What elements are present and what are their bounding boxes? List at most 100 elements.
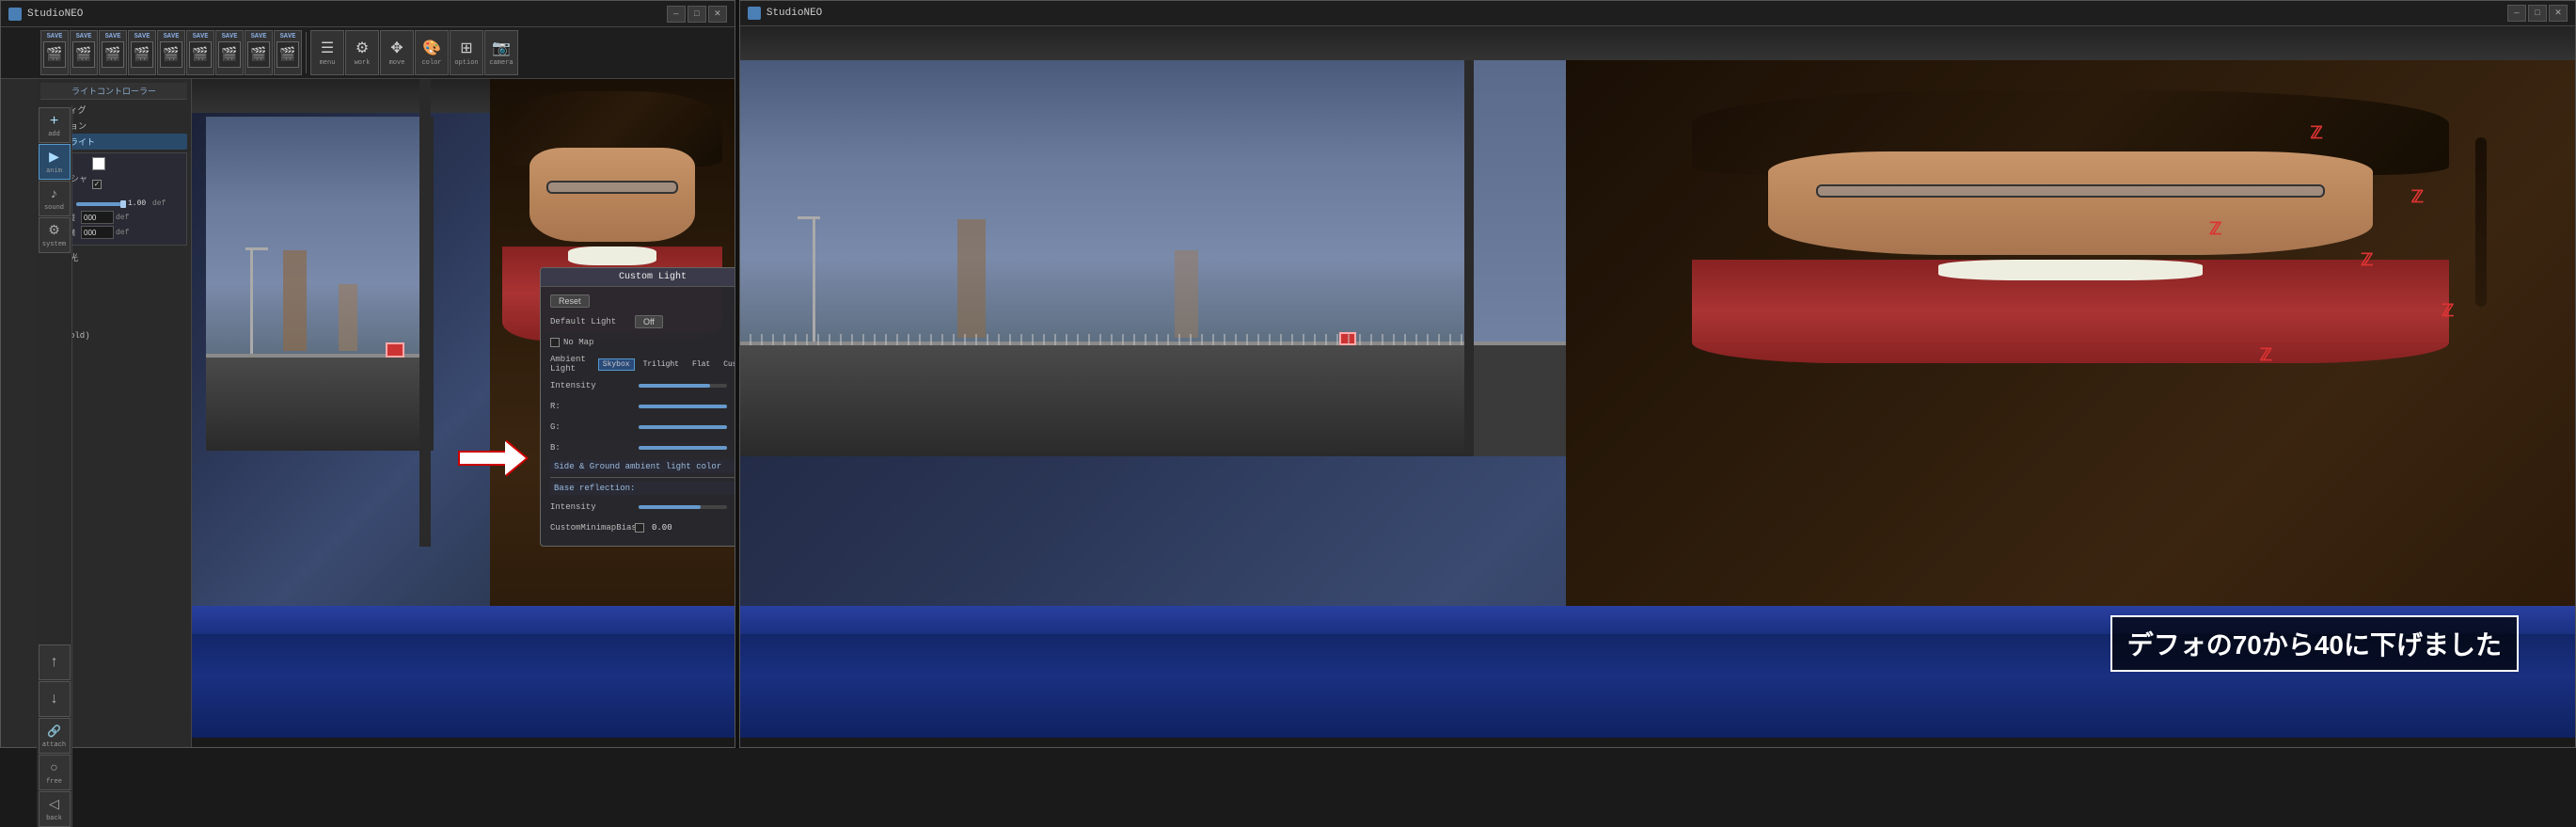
camera-button[interactable]: 📷 camera bbox=[484, 30, 518, 75]
add-button[interactable]: + add bbox=[39, 107, 71, 143]
lighty-input[interactable] bbox=[81, 226, 114, 239]
right-viewport[interactable]: ℤ ℤ ℤ ℤ ℤ ℤ デフォの70から40に下げました bbox=[740, 26, 2575, 747]
skybox-option[interactable]: Skybox bbox=[598, 358, 635, 371]
default-light-value[interactable]: Off bbox=[635, 315, 663, 328]
color-swatch[interactable] bbox=[92, 157, 105, 170]
save-btn-9[interactable]: SAVE 🎬 bbox=[274, 30, 302, 75]
g-fill bbox=[639, 425, 727, 429]
street-scene bbox=[206, 117, 434, 451]
lightx-unit: def bbox=[116, 214, 129, 222]
save-btn-4[interactable]: SAVE 🎬 bbox=[128, 30, 156, 75]
right-arm bbox=[798, 216, 820, 219]
b-row: B: 1.00 bbox=[550, 439, 735, 456]
right-street-scene bbox=[740, 60, 1474, 456]
down-button[interactable]: ↓ bbox=[39, 681, 71, 717]
attach-button[interactable]: 🔗 attach bbox=[39, 718, 71, 754]
default-light-row: Default Light Off bbox=[550, 313, 735, 330]
custom-option[interactable]: Custom bbox=[719, 358, 735, 371]
save-btn-1[interactable]: SAVE 🎬 bbox=[40, 30, 69, 75]
left-window: StudioNEO — □ ✕ SAVE 🎬 SAVE 🎬 SAVE bbox=[0, 0, 735, 748]
intensity-base-slider[interactable] bbox=[639, 505, 727, 509]
lightx-input[interactable] bbox=[81, 211, 114, 224]
top-toolbar: SAVE 🎬 SAVE 🎬 SAVE 🎬 SAVE 🎬 SAVE � bbox=[1, 27, 735, 79]
move-button[interactable]: ✥ move bbox=[380, 30, 414, 75]
free-button[interactable]: ○ free bbox=[39, 755, 71, 790]
g-slider[interactable] bbox=[639, 425, 727, 429]
sleepy-z-2: ℤ bbox=[2411, 187, 2424, 208]
main-content: + add ▶ anim ♪ sound ⚙ system ↑ bbox=[37, 79, 735, 747]
intensity-dslider[interactable] bbox=[639, 384, 727, 388]
intensity-value: 1.00 bbox=[128, 199, 150, 208]
side-toolbar: + add ▶ anim ♪ sound ⚙ system ↑ bbox=[37, 105, 72, 827]
no-map-checkbox[interactable] bbox=[550, 338, 560, 347]
intensity-unit: def bbox=[152, 199, 166, 208]
reset-button[interactable]: Reset bbox=[550, 294, 590, 308]
right-window: StudioNEO — □ ✕ bbox=[739, 0, 2576, 748]
arrow-head bbox=[505, 441, 526, 475]
shadow-checkbox[interactable]: ✓ bbox=[92, 180, 102, 189]
g-label: G: bbox=[550, 422, 635, 432]
sleepy-z-3: ℤ bbox=[2310, 123, 2322, 144]
intensity-base-fill bbox=[639, 505, 701, 509]
dialog-body: Reset Default Light Off No Map Ambient L… bbox=[541, 287, 735, 546]
right-minimize-button[interactable]: — bbox=[2507, 5, 2526, 22]
intensity-dslider-fill bbox=[639, 384, 710, 388]
sleepy-z-4: ℤ bbox=[2442, 301, 2454, 322]
system-button[interactable]: ⚙ system bbox=[39, 217, 71, 253]
maximize-button[interactable]: □ bbox=[687, 6, 706, 23]
sound-button[interactable]: ♪ sound bbox=[39, 181, 71, 216]
r-label: R: bbox=[550, 402, 635, 411]
b-label: B: bbox=[550, 443, 635, 453]
up-button[interactable]: ↑ bbox=[39, 644, 71, 680]
save-btn-6[interactable]: SAVE 🎬 bbox=[186, 30, 214, 75]
panel-title: ライトコントローラー bbox=[40, 83, 187, 100]
ambient-options: Skybox Trilight Flat Custom bbox=[598, 358, 735, 371]
no-map-label: No Map bbox=[563, 338, 648, 347]
right-window-top bbox=[740, 26, 2575, 60]
save-btn-7[interactable]: SAVE 🎬 bbox=[215, 30, 244, 75]
right-window-title: StudioNEO bbox=[766, 8, 822, 19]
r-slider[interactable] bbox=[639, 405, 727, 408]
window-divider bbox=[419, 79, 431, 547]
b-slider[interactable] bbox=[639, 446, 727, 450]
trilight-option[interactable]: Trilight bbox=[639, 358, 684, 371]
option-button[interactable]: ⊞ option bbox=[450, 30, 483, 75]
right-app-icon bbox=[748, 7, 761, 20]
save-btn-5[interactable]: SAVE 🎬 bbox=[157, 30, 185, 75]
custom-minimap-checkbox[interactable] bbox=[635, 523, 644, 533]
arrow-right bbox=[460, 441, 526, 475]
right-sweater bbox=[1692, 260, 2449, 363]
right-character: ℤ ℤ ℤ ℤ ℤ ℤ bbox=[1566, 60, 2575, 694]
r-row: R: 1.00 bbox=[550, 398, 735, 415]
back-button[interactable]: ◁ back bbox=[39, 791, 71, 827]
menu-button[interactable]: ☰ menu bbox=[310, 30, 344, 75]
left-viewport[interactable]: Custom Light Reset Default Light Off No … bbox=[192, 79, 735, 747]
intensity-fill bbox=[76, 202, 123, 206]
intensity-row: Intensity 0.80 bbox=[550, 377, 735, 394]
save-btn-8[interactable]: SAVE 🎬 bbox=[245, 30, 273, 75]
custom-minimap-value: 0.00 bbox=[652, 523, 672, 533]
reset-row: Reset bbox=[550, 293, 735, 310]
char-collar bbox=[568, 247, 656, 265]
intensity-thumb[interactable] bbox=[120, 200, 126, 208]
b-fill bbox=[639, 446, 727, 450]
building-2 bbox=[339, 284, 357, 351]
save-button-group: SAVE 🎬 SAVE 🎬 SAVE 🎬 SAVE 🎬 SAVE � bbox=[40, 30, 302, 75]
minimize-button[interactable]: — bbox=[667, 6, 686, 23]
close-button[interactable]: ✕ bbox=[708, 6, 727, 23]
road bbox=[206, 358, 426, 451]
ambient-light-label: Ambient Light bbox=[550, 355, 598, 374]
work-button[interactable]: ⚙ work bbox=[345, 30, 379, 75]
left-title-bar: StudioNEO — □ ✕ bbox=[1, 1, 735, 27]
anim-button[interactable]: ▶ anim bbox=[39, 144, 71, 180]
flat-option[interactable]: Flat bbox=[687, 358, 715, 371]
arrow-body bbox=[460, 453, 507, 464]
right-maximize-button[interactable]: □ bbox=[2528, 5, 2547, 22]
seat-top bbox=[192, 606, 735, 634]
save-btn-2[interactable]: SAVE 🎬 bbox=[70, 30, 98, 75]
save-btn-3[interactable]: SAVE 🎬 bbox=[99, 30, 127, 75]
color-button[interactable]: 🎨 color bbox=[415, 30, 449, 75]
jp-text-overlay: デフォの70から40に下げました bbox=[2110, 615, 2519, 672]
intensity-slider[interactable] bbox=[76, 202, 123, 206]
right-close-button[interactable]: ✕ bbox=[2549, 5, 2568, 22]
